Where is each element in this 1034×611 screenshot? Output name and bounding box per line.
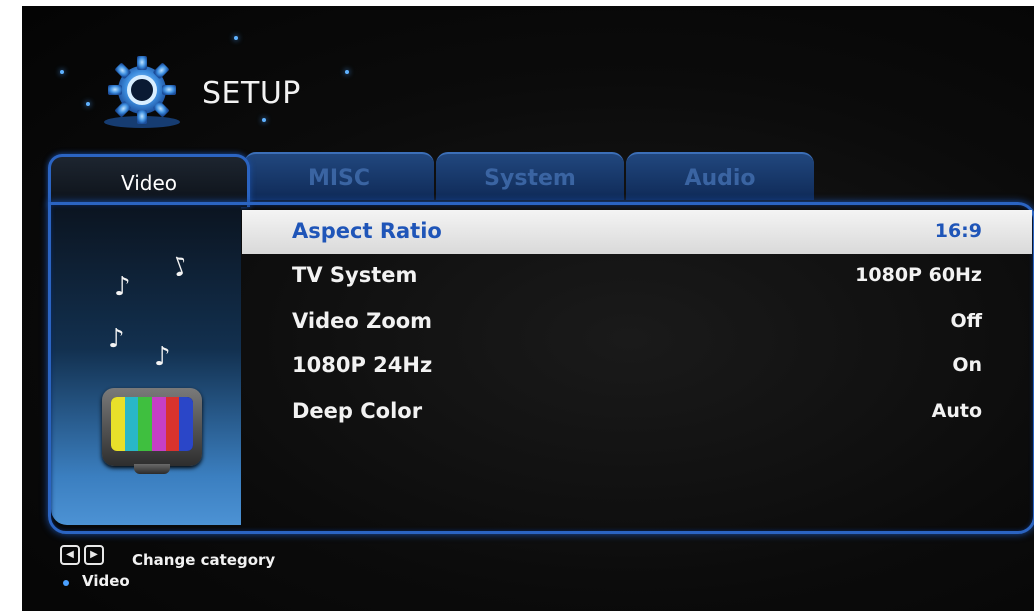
menu-row-aspect-ratio[interactable]: Aspect Ratio 16:9 bbox=[242, 210, 1032, 254]
right-arrow-icon: ▶ bbox=[84, 545, 104, 565]
setting-name: Deep Color bbox=[292, 399, 423, 423]
tab-audio[interactable]: Audio bbox=[626, 152, 814, 200]
setting-name: TV System bbox=[292, 263, 418, 287]
setting-name: 1080P 24Hz bbox=[292, 353, 433, 377]
tab-label: MISC bbox=[307, 166, 371, 191]
page-title: SETUP bbox=[202, 76, 301, 111]
setting-value: Auto bbox=[931, 400, 982, 422]
tab-misc[interactable]: MISC bbox=[244, 152, 434, 200]
menu-row-tv-system[interactable]: TV System 1080P 60Hz bbox=[242, 254, 1032, 298]
menu-row-1080p-24hz[interactable]: 1080P 24Hz On bbox=[242, 344, 1032, 388]
sparkle-dot bbox=[345, 70, 349, 74]
menu-row-video-zoom[interactable]: Video Zoom Off bbox=[242, 300, 1032, 344]
menu-row-deep-color[interactable]: Deep Color Auto bbox=[242, 390, 1032, 434]
bullet-dot bbox=[63, 580, 69, 586]
sparkle-dot bbox=[262, 118, 266, 122]
gear-icon bbox=[104, 56, 180, 128]
tab-label: Audio bbox=[684, 166, 756, 191]
navigation-hint: Change category bbox=[132, 551, 276, 569]
setting-name: Aspect Ratio bbox=[292, 219, 442, 243]
left-arrow-icon: ◀ bbox=[60, 545, 80, 565]
tab-system[interactable]: System bbox=[436, 152, 624, 200]
setup-screen: SETUP MISC System Audio Video ♪ ♪ ♪ ♪ As… bbox=[22, 6, 1034, 611]
setting-value: 16:9 bbox=[934, 220, 982, 242]
sparkle-dot bbox=[86, 102, 90, 106]
setting-name: Video Zoom bbox=[292, 309, 433, 333]
setting-value: Off bbox=[950, 310, 982, 332]
tab-video[interactable]: Video bbox=[48, 154, 250, 207]
setting-value: On bbox=[952, 354, 982, 376]
setting-value: 1080P 60Hz bbox=[855, 264, 982, 286]
sparkle-dot bbox=[234, 36, 238, 40]
current-category: Video bbox=[82, 572, 130, 590]
sparkle-dot bbox=[60, 70, 64, 74]
tab-label: System bbox=[484, 166, 576, 191]
tab-label: Video bbox=[120, 171, 178, 195]
